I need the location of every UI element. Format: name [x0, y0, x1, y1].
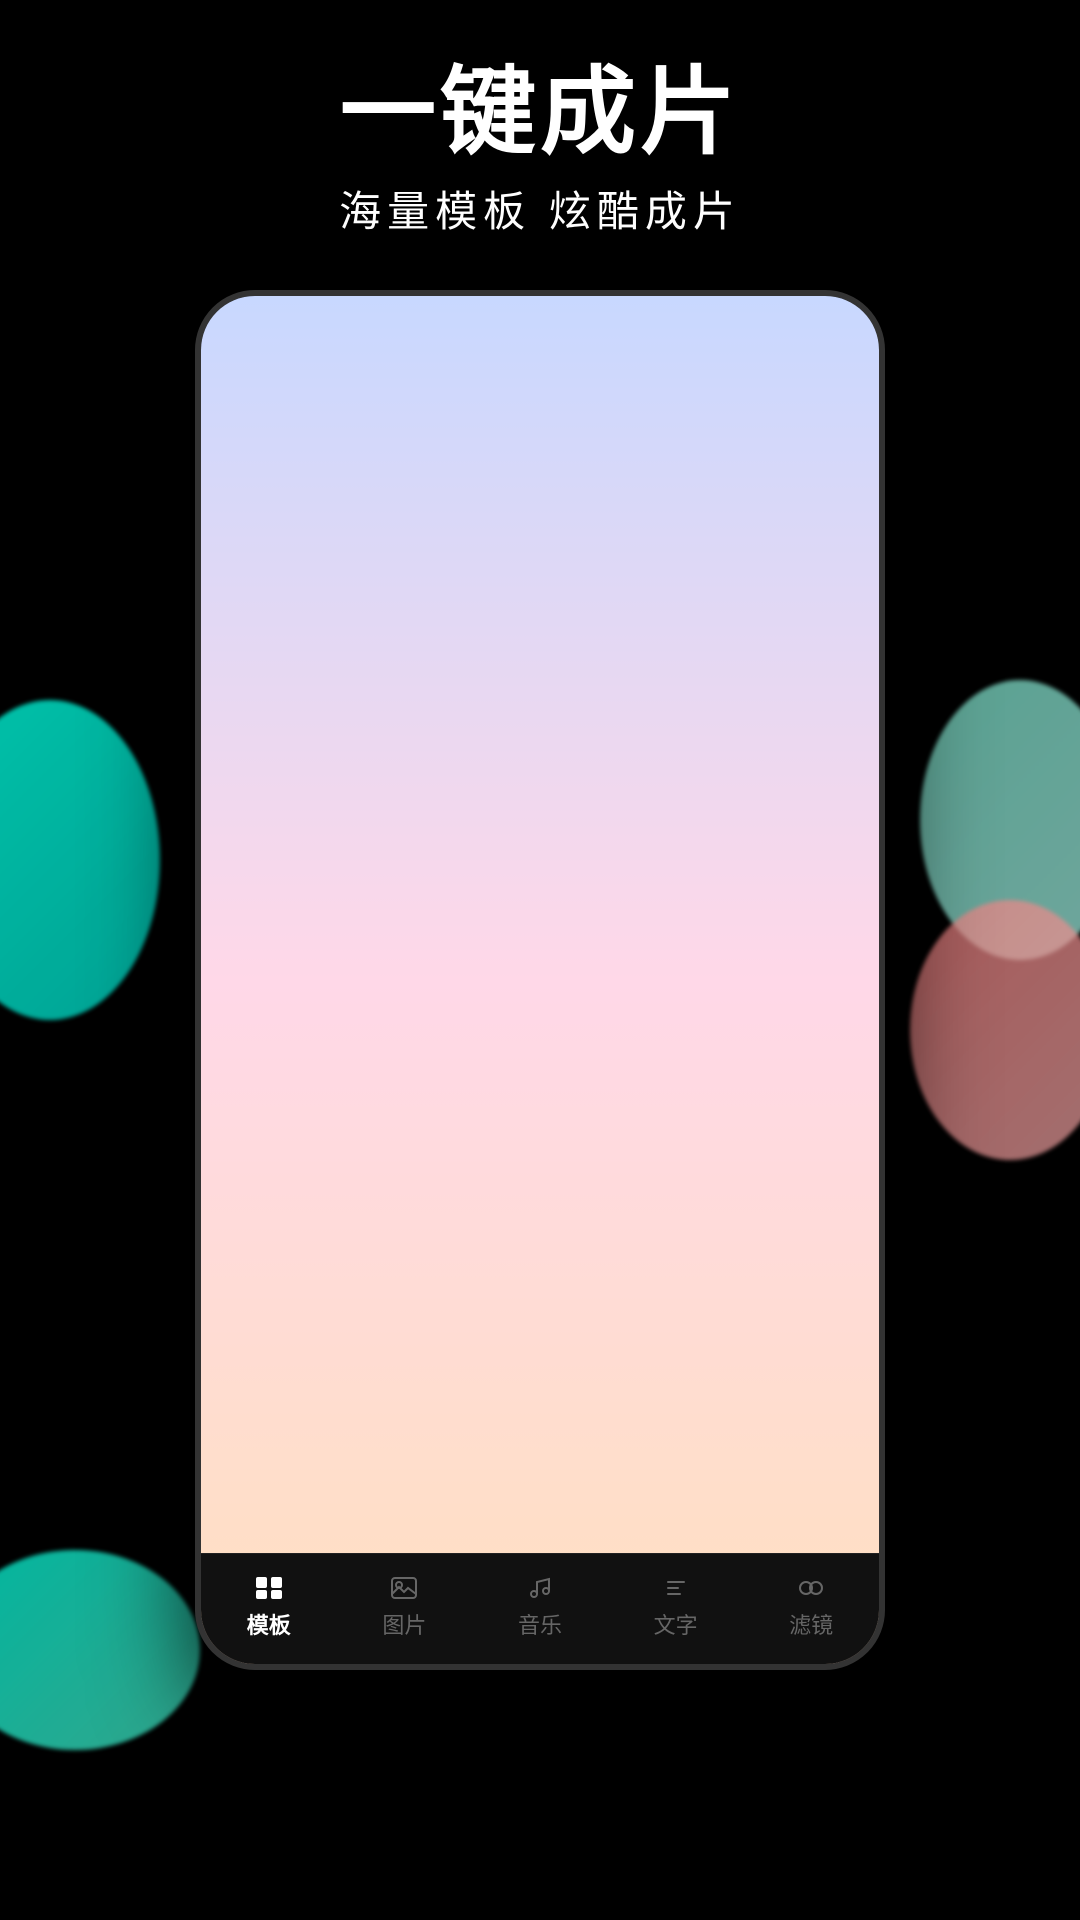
image-icon [386, 1574, 422, 1602]
nav-item-music[interactable]: 音乐 [518, 1574, 562, 1640]
template-list [201, 1119, 879, 1341]
phone-mockup: 9:41 📶 ‹ 导出 [195, 290, 885, 1670]
nav-label-filter: 滤镜 [789, 1608, 833, 1640]
nav-item-image[interactable]: 图片 [382, 1574, 426, 1640]
bg-decoration-bl [0, 1550, 200, 1750]
bottom-nav: 模板 图片 音乐 [201, 1553, 879, 1664]
nav-label-image: 图片 [382, 1608, 426, 1640]
nav-label-template: 模板 [247, 1608, 291, 1640]
filter-icon [793, 1574, 829, 1602]
text-icon [658, 1574, 694, 1602]
title-area: 一键成片 海量模板 炫酷成片 [0, 60, 1080, 239]
nav-item-filter[interactable]: 滤镜 [789, 1574, 833, 1640]
nav-label-text: 文字 [654, 1608, 698, 1640]
nav-label-music: 音乐 [518, 1608, 562, 1640]
template-thumb-3[interactable] [633, 1135, 823, 1325]
nav-item-text[interactable]: 文字 [654, 1574, 698, 1640]
sub-title: 海量模板 炫酷成片 [0, 178, 1080, 239]
template-icon [251, 1574, 287, 1602]
music-icon [522, 1574, 558, 1602]
main-title: 一键成片 [0, 60, 1080, 166]
nav-item-template[interactable]: 模板 [247, 1574, 291, 1640]
bg-decoration-tl [0, 700, 160, 1020]
bg-decoration-br [910, 900, 1080, 1160]
